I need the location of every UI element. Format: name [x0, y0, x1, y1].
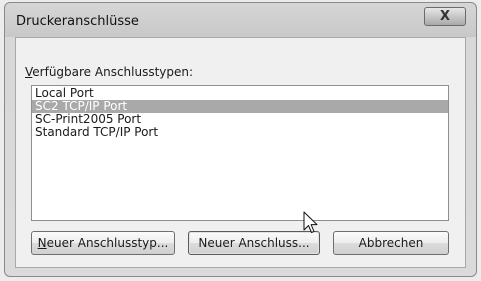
new-port-label: Neuer Anschluss... [198, 236, 310, 250]
new-port-type-label: euer Anschlusstyp... [46, 236, 169, 250]
close-icon: X [439, 9, 451, 24]
arrow-cursor-icon [303, 211, 318, 233]
port-types-listbox[interactable]: Local Port SC2 TCP/IP Port SC-Print2005 … [31, 85, 449, 221]
dialog-window: Druckeranschlüsse X Verfügbare Anschluss… [4, 2, 477, 277]
cancel-button[interactable]: Abbrechen [333, 231, 449, 255]
port-types-label: Verfügbare Anschlusstypen: [25, 65, 193, 79]
close-button[interactable]: X [424, 7, 466, 26]
new-port-type-mnemonic: N [37, 236, 47, 250]
list-item-standard-tcpip-port[interactable]: Standard TCP/IP Port [32, 126, 448, 139]
new-port-button[interactable]: Neuer Anschluss... [188, 231, 320, 255]
dialog-client-area: Verfügbare Anschlusstypen: Local Port SC… [15, 37, 466, 268]
new-port-type-button[interactable]: Neuer Anschlusstyp... [31, 231, 175, 255]
cancel-label: Abbrechen [358, 236, 424, 250]
port-types-label-text: erfügbare Anschlusstypen: [32, 65, 194, 79]
window-title: Druckeranschlüsse [16, 14, 139, 29]
